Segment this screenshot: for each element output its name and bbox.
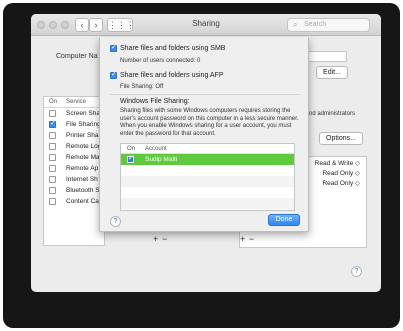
afp-status-text: File Sharing: Off bbox=[120, 84, 164, 90]
sharing-window: ‹ › ⋮⋮⋮ Sharing ⌕ Search Computer Na Edi… bbox=[31, 14, 381, 292]
service-row[interactable]: Internet Sh bbox=[44, 174, 104, 185]
empty-row bbox=[121, 176, 294, 187]
remove-folder-button[interactable]: − bbox=[162, 235, 167, 244]
accounts-header-on: On bbox=[127, 146, 136, 152]
permission-popup[interactable]: Read & Write ◇ bbox=[315, 159, 360, 167]
account-row[interactable]: Sudip Maiti bbox=[121, 154, 294, 165]
accounts-header: On Account bbox=[121, 144, 294, 154]
services-header-on: On bbox=[49, 99, 58, 105]
add-user-button[interactable]: + bbox=[240, 235, 245, 244]
computer-name-label: Computer Na bbox=[56, 53, 98, 60]
forward-button[interactable]: › bbox=[89, 18, 103, 32]
account-name: Sudip Maiti bbox=[145, 156, 178, 163]
done-button[interactable]: Done bbox=[268, 214, 300, 226]
service-checkbox[interactable] bbox=[49, 154, 56, 161]
service-row[interactable]: Remote Ma bbox=[44, 152, 104, 163]
windows-sharing-heading: Windows File Sharing: bbox=[120, 98, 190, 105]
accounts-header-account: Account bbox=[145, 146, 167, 152]
smb-label: Share files and folders using SMB bbox=[120, 45, 226, 52]
service-row[interactable]: Content Ca bbox=[44, 196, 104, 207]
afp-label: Share files and folders using AFP bbox=[120, 72, 224, 79]
service-checkbox[interactable] bbox=[49, 110, 56, 117]
computer-name-field[interactable] bbox=[307, 51, 347, 62]
service-row[interactable]: Printer Sha bbox=[44, 130, 104, 141]
service-row[interactable]: Remote Log bbox=[44, 141, 104, 152]
services-header: On Service bbox=[44, 97, 104, 108]
service-checkbox[interactable] bbox=[49, 119, 56, 128]
options-button[interactable]: Options... bbox=[319, 132, 363, 145]
title-bar: ‹ › ⋮⋮⋮ Sharing ⌕ Search bbox=[31, 14, 381, 36]
smb-checkbox[interactable] bbox=[110, 43, 117, 52]
accounts-table: On Account Sudip Maiti bbox=[120, 143, 295, 211]
empty-row bbox=[121, 187, 294, 198]
service-checkbox[interactable] bbox=[49, 143, 56, 150]
show-all-grid-icon[interactable]: ⋮⋮⋮ bbox=[107, 18, 135, 32]
service-checkbox[interactable] bbox=[49, 198, 56, 205]
windows-sharing-description: Sharing files with some Windows computer… bbox=[120, 108, 299, 137]
search-input[interactable]: ⌕ Search bbox=[287, 18, 370, 32]
close-window-button[interactable] bbox=[37, 21, 45, 29]
empty-row bbox=[121, 165, 294, 176]
file-sharing-options-sheet: Share files and folders using SMB Number… bbox=[99, 37, 309, 232]
services-list: On Service Screen Shar File Sharing Prin… bbox=[43, 96, 105, 246]
services-header-service: Service bbox=[66, 99, 87, 105]
service-row[interactable]: Screen Shar bbox=[44, 108, 104, 119]
service-checkbox[interactable] bbox=[49, 176, 56, 183]
help-button[interactable]: ? bbox=[351, 266, 362, 277]
permission-popup[interactable]: Read Only ◇ bbox=[322, 169, 360, 177]
sheet-help-button[interactable]: ? bbox=[110, 216, 121, 227]
zoom-window-button[interactable] bbox=[61, 21, 69, 29]
edit-button[interactable]: Edit... bbox=[316, 66, 348, 79]
back-button[interactable]: ‹ bbox=[75, 18, 89, 32]
search-placeholder: Search bbox=[304, 21, 327, 28]
permission-popup[interactable]: Read Only ◇ bbox=[322, 179, 360, 187]
add-folder-button[interactable]: + bbox=[153, 235, 158, 244]
service-checkbox[interactable] bbox=[49, 165, 56, 172]
window-title: Sharing bbox=[192, 19, 220, 28]
service-checkbox[interactable] bbox=[49, 132, 56, 139]
remove-user-button[interactable]: − bbox=[249, 235, 254, 244]
empty-row bbox=[121, 198, 294, 209]
sheet-divider bbox=[110, 94, 300, 95]
search-icon: ⌕ bbox=[293, 20, 298, 29]
service-row[interactable]: Remote Ap bbox=[44, 163, 104, 174]
smb-users-text: Number of users connected: 0 bbox=[120, 58, 201, 64]
service-row[interactable]: File Sharing bbox=[44, 119, 104, 130]
afp-checkbox[interactable] bbox=[110, 70, 117, 79]
service-row[interactable]: Bluetooth S bbox=[44, 185, 104, 196]
service-checkbox[interactable] bbox=[49, 187, 56, 194]
admins-text: nd administrators bbox=[309, 111, 356, 117]
account-checkbox[interactable] bbox=[127, 154, 134, 163]
minimize-window-button[interactable] bbox=[49, 21, 57, 29]
